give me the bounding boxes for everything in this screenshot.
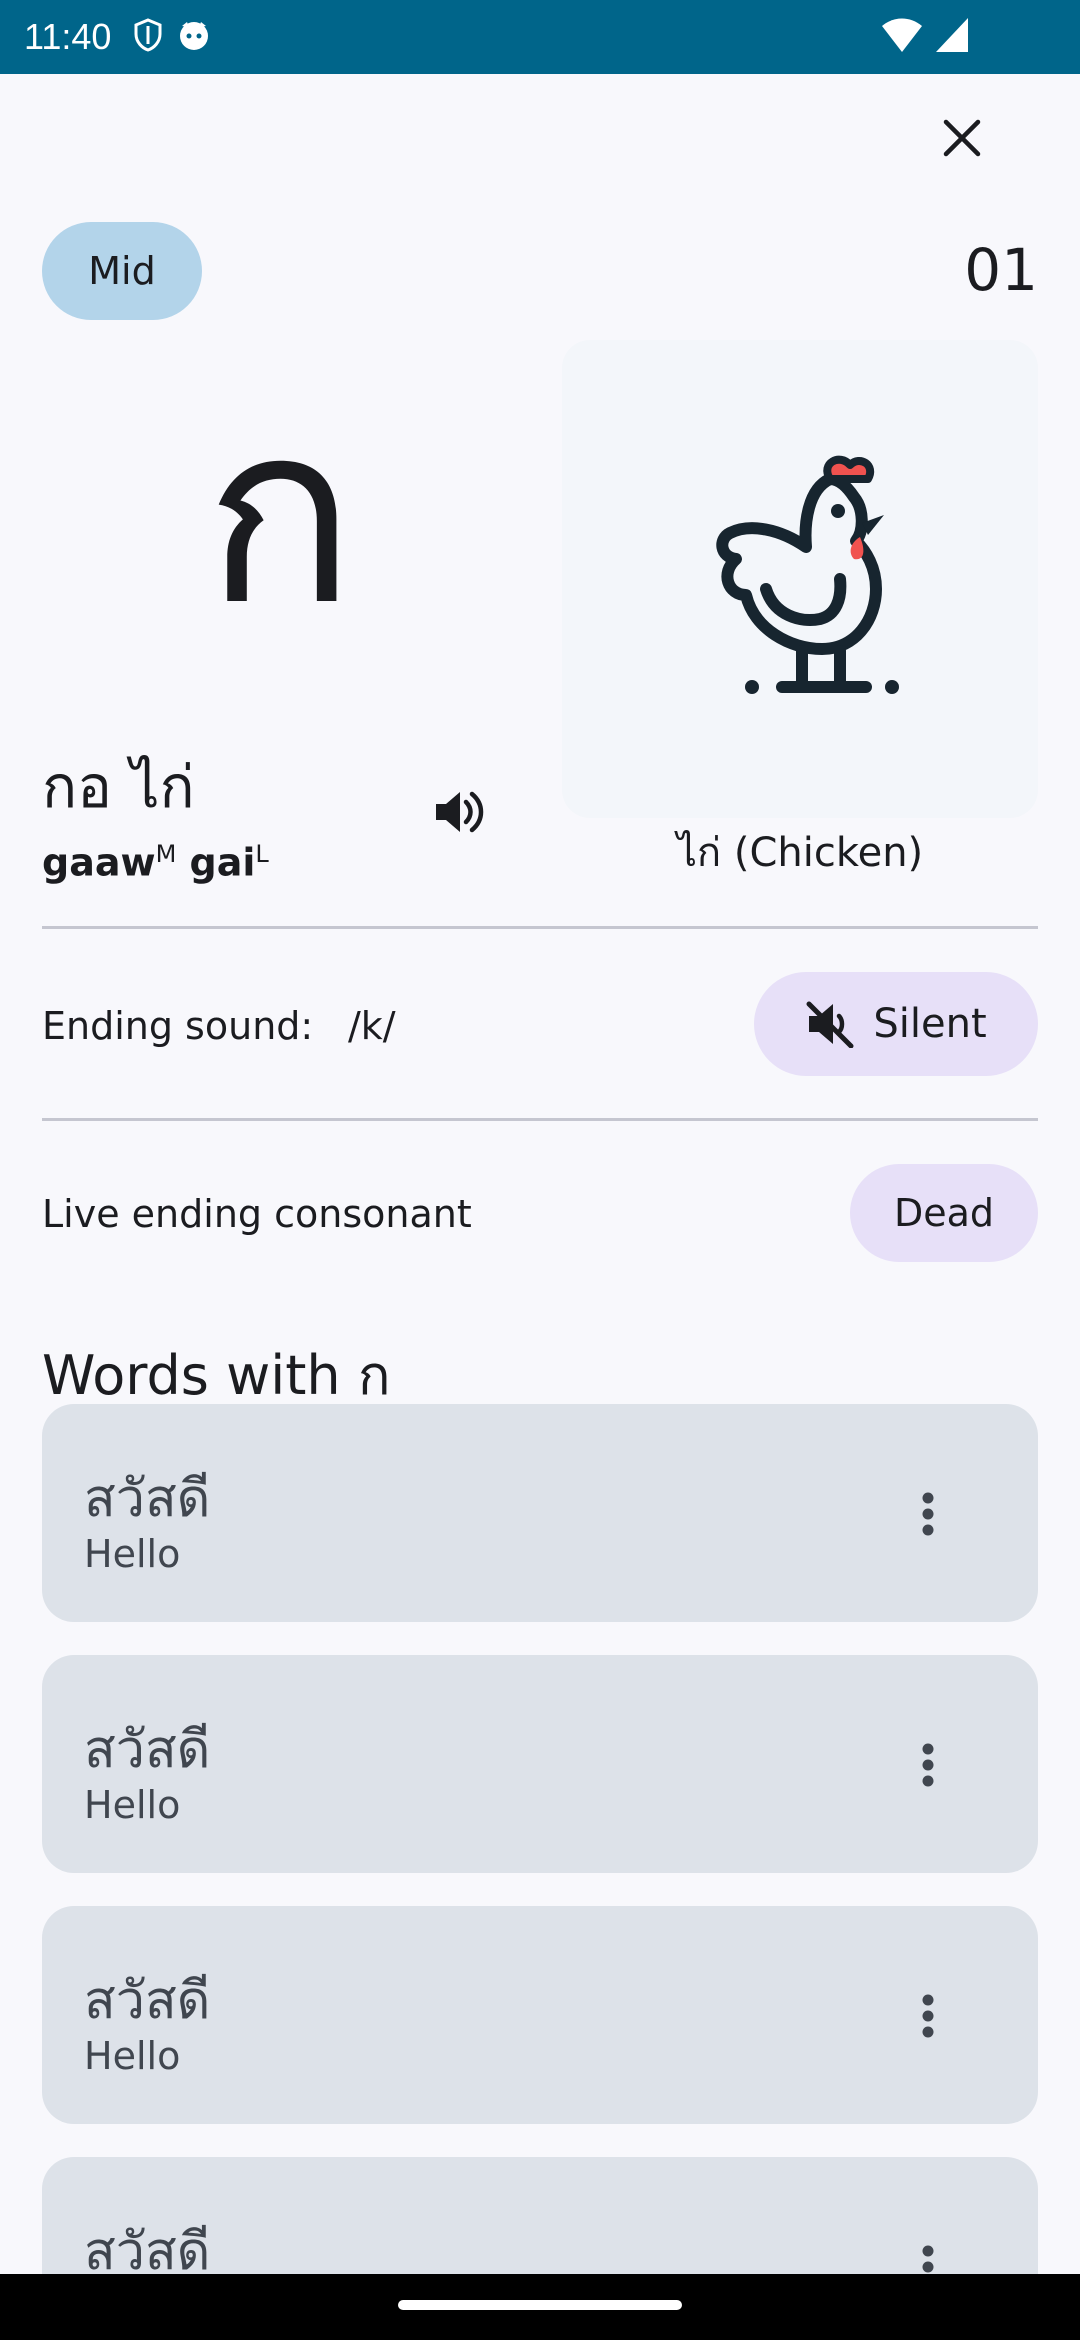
more-options-button[interactable] xyxy=(908,1986,948,2046)
more-options-button[interactable] xyxy=(908,1735,948,1795)
word-card[interactable]: สวัสดี Hello xyxy=(42,1906,1038,2124)
tone-mark: M xyxy=(155,840,177,868)
word-thai: สวัสดี xyxy=(84,1469,211,1529)
divider xyxy=(42,926,1038,929)
more-vert-icon xyxy=(922,1743,934,1787)
romanized-syllable: gai xyxy=(189,840,256,885)
romanized-syllable: gaaw xyxy=(42,840,156,885)
divider xyxy=(42,1118,1038,1121)
letter-image-card xyxy=(562,340,1038,818)
word-card[interactable]: สวัสดี Hello xyxy=(42,1404,1038,1622)
image-caption: ไก่ (Chicken) xyxy=(676,830,924,876)
ending-sound-value: /k/ xyxy=(348,1004,396,1048)
live-ending-label: Live ending consonant xyxy=(42,1192,472,1236)
home-gesture-handle[interactable] xyxy=(398,2300,682,2310)
word-meaning: Hello xyxy=(84,1532,181,1576)
status-icons-right xyxy=(880,16,970,60)
more-vert-icon xyxy=(922,1492,934,1536)
chicken-icon xyxy=(716,455,899,694)
thai-letter: ก xyxy=(204,369,356,660)
consonant-class-chip: Mid xyxy=(42,222,202,320)
close-icon xyxy=(943,119,981,157)
word-thai: สวัสดี xyxy=(84,1971,211,2031)
ending-sound-label: Ending sound: xyxy=(42,1004,314,1048)
status-time: 11:40 xyxy=(24,16,112,57)
signal-icon xyxy=(934,16,970,60)
tone-mark: L xyxy=(255,840,269,868)
cat-icon xyxy=(177,18,211,56)
wifi-icon xyxy=(880,16,924,60)
silent-button[interactable]: Silent xyxy=(754,972,1038,1076)
word-meaning: Hello xyxy=(84,1783,181,1827)
word-meaning: Hello xyxy=(84,2034,181,2078)
mute-icon xyxy=(806,1001,854,1048)
word-thai: สวัสดี xyxy=(84,1720,211,1780)
letter-number: 01 xyxy=(964,236,1038,304)
letter-thai-name: กอ ไก่ xyxy=(42,753,195,821)
shield-icon xyxy=(133,18,163,56)
more-options-button[interactable] xyxy=(908,1484,948,1544)
dead-chip[interactable]: Dead xyxy=(850,1164,1038,1262)
silent-button-label: Silent xyxy=(873,1001,987,1047)
more-vert-icon xyxy=(922,1994,934,2038)
word-card[interactable]: สวัสดี Hello xyxy=(42,1655,1038,1873)
play-sound-button[interactable] xyxy=(428,782,488,842)
speaker-icon xyxy=(436,791,484,833)
status-icons-left xyxy=(133,18,211,56)
letter-romanization: gaawM gaiL xyxy=(42,840,269,885)
status-bar: 11:40 xyxy=(0,0,1080,74)
close-button[interactable] xyxy=(934,110,990,166)
